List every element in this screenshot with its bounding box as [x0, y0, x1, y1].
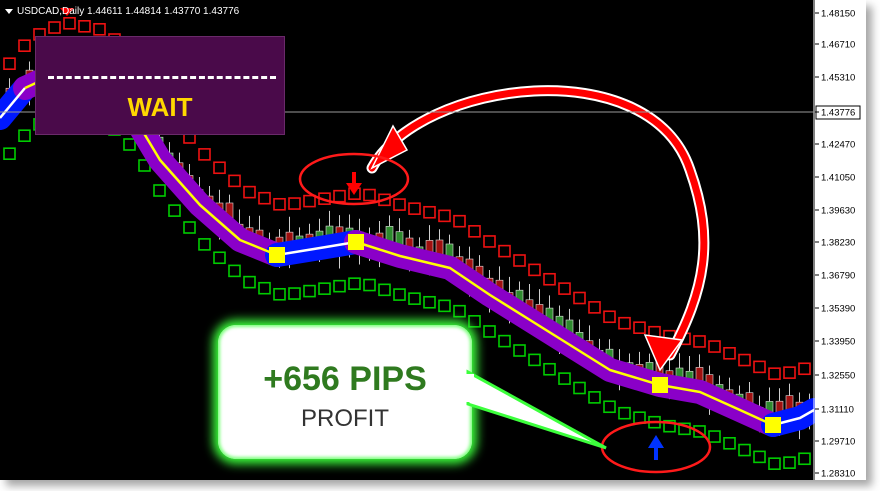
axis-label: 1.36790: [821, 271, 855, 282]
chart-window[interactable]: USDCAD,Daily 1.44611 1.44814 1.43770 1.4…: [0, 0, 866, 480]
axis-label: 1.32550: [821, 371, 855, 382]
axis-label: 1.42470: [821, 140, 855, 151]
axis-label: 1.39630: [821, 206, 855, 217]
wait-divider: [48, 76, 276, 79]
trend-change-marker: [269, 247, 285, 263]
axis-label: 1.28310: [821, 469, 855, 480]
axis-label: 1.31110: [821, 405, 854, 416]
axis-label: 1.38230: [821, 238, 855, 249]
axis-label: 1.29710: [821, 437, 855, 448]
axis-label: 1.35390: [821, 304, 855, 315]
wait-label: WAIT: [127, 92, 193, 122]
axis-label: 1.41050: [821, 173, 855, 184]
axis-label: 1.33950: [821, 337, 855, 348]
trend-change-marker: [765, 417, 781, 433]
axis-label: 1.46710: [821, 40, 855, 51]
symbol-title: USDCAD,Daily 1.44611 1.44814 1.43770 1.4…: [17, 6, 240, 17]
wait-panel: WAIT: [35, 36, 285, 135]
profit-callout: +656 PIPS PROFIT: [218, 325, 472, 459]
profit-label: PROFIT: [301, 405, 389, 432]
axis-label: 1.43776: [821, 108, 855, 119]
price-axis-labels: 1.48150 1.46710 1.45310 1.43776 1.42470 1.410…: [815, 9, 855, 480]
axis-label: 1.48150: [821, 9, 855, 20]
axis-label: 1.45310: [821, 73, 855, 84]
profit-pips: +656 PIPS: [263, 360, 427, 398]
trend-change-marker: [652, 377, 668, 393]
trend-change-marker: [348, 234, 364, 250]
